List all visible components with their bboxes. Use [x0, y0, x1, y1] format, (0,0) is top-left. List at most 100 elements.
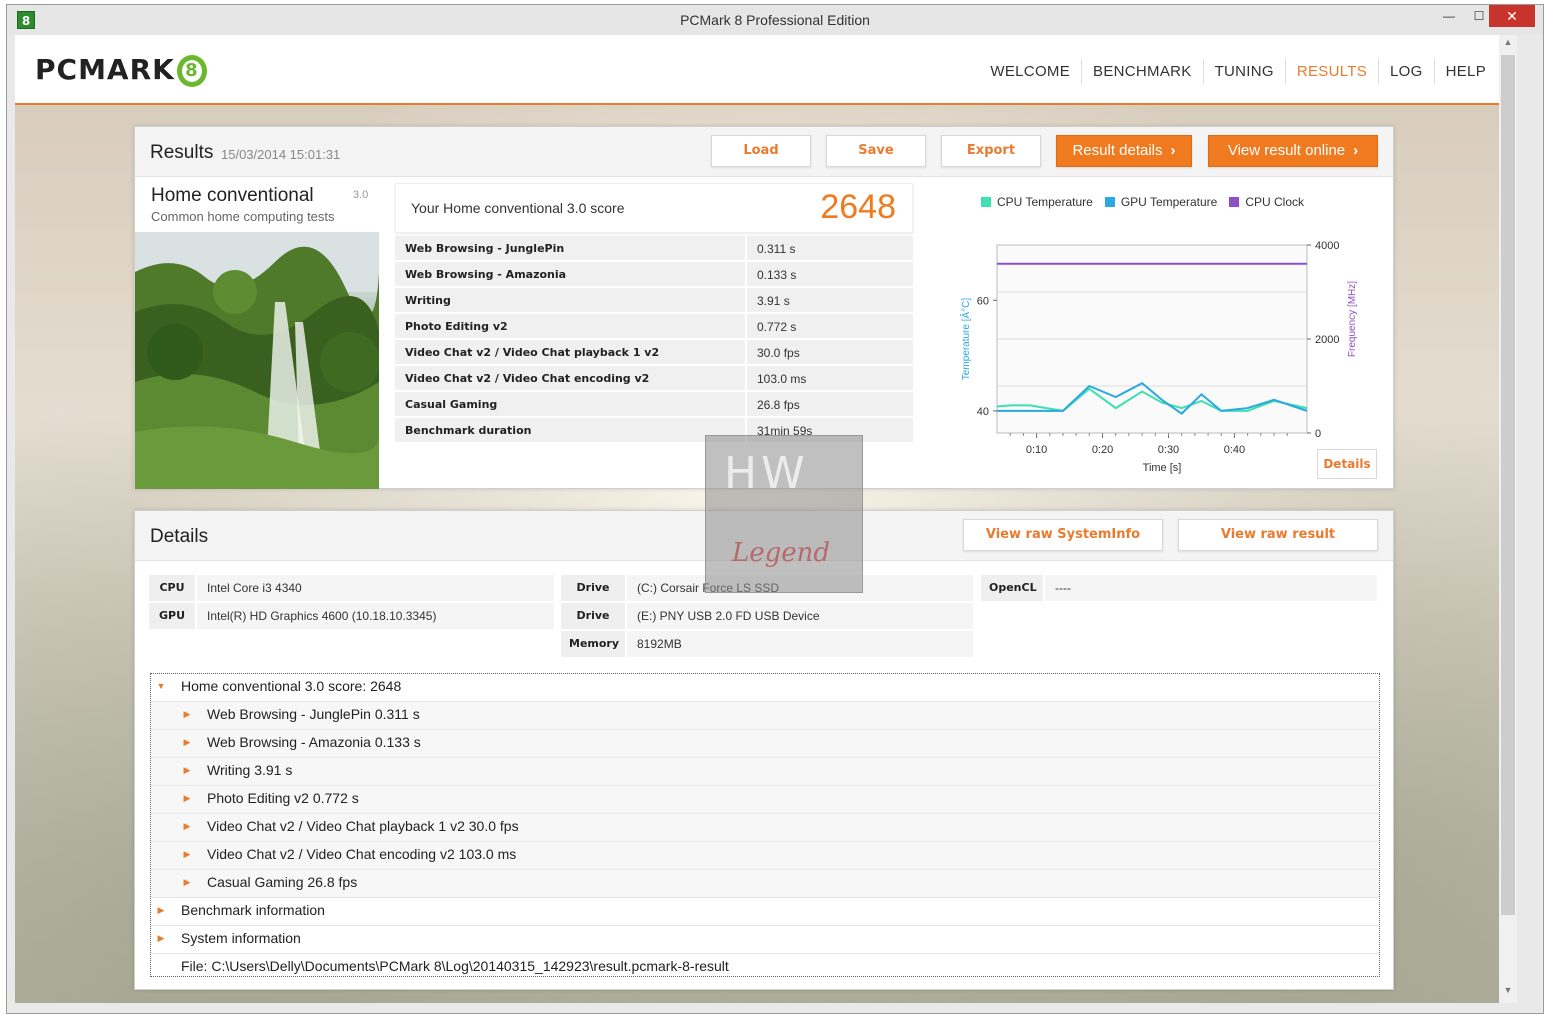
- legend-item: CPU Clock: [1229, 195, 1304, 209]
- tree-node[interactable]: ▶ Web Browsing - JunglePin 0.311 s: [151, 702, 1379, 730]
- tree-node[interactable]: ▶ Video Chat v2 / Video Chat encoding v2…: [151, 842, 1379, 870]
- legend-swatch: [1229, 197, 1240, 207]
- chevron-right-icon: ›: [1353, 142, 1359, 159]
- score-row: Web Browsing - Amazonia 0.133 s: [395, 262, 913, 288]
- tree-node-benchmark-info[interactable]: ▶ Benchmark information: [151, 898, 1379, 926]
- chart-plot: 60 40 4000 2000 0 0:10 0:20 0:30 0:40 Time [s] Tem…: [959, 240, 1358, 474]
- sys-value: Intel(R) HD Graphics 4600 (10.18.10.3345…: [197, 603, 554, 629]
- vertical-scrollbar[interactable]: ▲ ▼: [1499, 35, 1517, 1003]
- expand-arrow-icon[interactable]: ▶: [181, 730, 193, 754]
- nav-tuning[interactable]: TUNING: [1202, 59, 1285, 84]
- tree-node-label: Web Browsing - JunglePin 0.311 s: [207, 706, 420, 722]
- scroll-up-icon[interactable]: ▲: [1499, 37, 1517, 53]
- window-title: PCMark 8 Professional Edition: [680, 12, 870, 28]
- score-box: Your Home conventional 3.0 score 2648: [395, 183, 913, 233]
- y-left-tick-label: 60: [977, 295, 989, 307]
- results-title: Results: [150, 142, 214, 163]
- score-row-value: 0.772 s: [757, 320, 797, 334]
- load-button[interactable]: Load: [711, 135, 811, 167]
- expand-arrow-icon[interactable]: ▶: [181, 786, 193, 810]
- close-button[interactable]: ✕: [1489, 5, 1535, 27]
- sys-label: GPU: [149, 603, 195, 629]
- score-row-name: Web Browsing - JunglePin: [395, 236, 747, 260]
- sys-label: Memory: [561, 631, 625, 657]
- tree-node-label: System information: [181, 930, 301, 946]
- expand-arrow-icon[interactable]: ▶: [155, 898, 167, 922]
- y-right-axis-label: Frequency [MHz]: [1347, 281, 1358, 357]
- chevron-right-icon: ›: [1170, 142, 1176, 159]
- y-left-axis-label: Temperature [Â°C]: [959, 298, 972, 381]
- expand-arrow-icon[interactable]: ▶: [181, 842, 193, 866]
- legend-label: CPU Clock: [1245, 195, 1305, 209]
- tree-node-system-info[interactable]: ▶ System information: [151, 926, 1379, 954]
- results-date: 15/03/2014 15:01:31: [221, 147, 341, 162]
- sys-opencl: OpenCL ----: [981, 575, 1377, 601]
- title-bar[interactable]: 8 PCMark 8 Professional Edition — ☐ ✕: [7, 5, 1543, 35]
- scroll-thumb[interactable]: [1501, 55, 1515, 915]
- chart-details-button[interactable]: Details: [1317, 449, 1377, 479]
- tree-node[interactable]: ▶ Photo Editing v2 0.772 s: [151, 786, 1379, 814]
- tree-node-file: File: C:\Users\Delly\Documents\PCMark 8\…: [151, 954, 1379, 982]
- pcmark-logo: PCMARK 8: [35, 53, 207, 93]
- score-row: Video Chat v2 / Video Chat playback 1 v2…: [395, 340, 913, 366]
- view-raw-result-button[interactable]: View raw result: [1178, 519, 1378, 551]
- nav-benchmark[interactable]: BENCHMARK: [1081, 59, 1203, 84]
- score-row-name: Web Browsing - Amazonia: [395, 262, 747, 286]
- tree-node-score[interactable]: ▼ Home conventional 3.0 score: 2648: [151, 674, 1379, 702]
- score-row-name: Photo Editing v2: [395, 314, 747, 338]
- legend-swatch: [981, 197, 991, 207]
- watermark-legend: Legend: [732, 538, 831, 568]
- expand-arrow-icon[interactable]: ▼: [155, 674, 167, 698]
- score-row-name: Video Chat v2 / Video Chat encoding v2: [395, 366, 747, 390]
- nav-help[interactable]: HELP: [1433, 59, 1497, 84]
- app-header: PCMARK 8 WELCOME BENCHMARK TUNING RESULTS…: [15, 35, 1517, 105]
- nav-log[interactable]: LOG: [1378, 59, 1434, 84]
- file-path: File: C:\Users\Delly\Documents\PCMark 8\…: [181, 958, 729, 974]
- view-raw-systeminfo-button[interactable]: View raw SystemInfo: [963, 519, 1163, 551]
- scroll-down-icon[interactable]: ▼: [1499, 985, 1517, 1001]
- score-row-value: 30.0 fps: [757, 346, 800, 360]
- save-button[interactable]: Save: [826, 135, 926, 167]
- expand-arrow-icon[interactable]: ▶: [155, 926, 167, 950]
- minimize-button[interactable]: —: [1435, 5, 1463, 27]
- tree-node[interactable]: ▶ Web Browsing - Amazonia 0.133 s: [151, 730, 1379, 758]
- y-left-tick-label: 40: [977, 406, 989, 418]
- chart-legend: CPU Temperature GPU Temperature CPU Cloc…: [981, 195, 1316, 209]
- view-online-button[interactable]: View result online ›: [1208, 135, 1378, 167]
- expand-arrow-icon[interactable]: ▶: [181, 814, 193, 838]
- tree-node[interactable]: ▶ Casual Gaming 26.8 fps: [151, 870, 1379, 898]
- client-area: PCMARK 8 WELCOME BENCHMARK TUNING RESULTS…: [15, 35, 1517, 1003]
- export-button[interactable]: Export: [941, 135, 1041, 167]
- test-version: 3.0: [353, 189, 369, 201]
- score-row: Casual Gaming 26.8 fps: [395, 392, 913, 418]
- expand-arrow-icon[interactable]: ▶: [181, 758, 193, 782]
- x-tick-label: 0:40: [1224, 444, 1245, 456]
- sys-cpu: CPU Intel Core i3 4340: [149, 575, 554, 601]
- tree-node-label: Casual Gaming 26.8 fps: [207, 874, 358, 890]
- result-details-button[interactable]: Result details ›: [1056, 135, 1192, 167]
- score-row-name: Casual Gaming: [395, 392, 747, 416]
- tree-node[interactable]: ▶ Writing 3.91 s: [151, 758, 1379, 786]
- tree-node-label: Benchmark information: [181, 902, 325, 918]
- expand-arrow-icon[interactable]: ▶: [181, 702, 193, 726]
- score-row: Photo Editing v2 0.772 s: [395, 314, 913, 340]
- nav-results[interactable]: RESULTS: [1284, 59, 1378, 84]
- sys-value: 8192MB: [627, 631, 973, 657]
- score-row: Web Browsing - JunglePin 0.311 s: [395, 236, 913, 262]
- score-row-value: 0.311 s: [757, 242, 796, 256]
- tree-node-label: Photo Editing v2 0.772 s: [207, 790, 359, 806]
- test-subtitle: Common home computing tests: [151, 209, 335, 224]
- tree-node-label: Web Browsing - Amazonia 0.133 s: [207, 734, 421, 750]
- score-label: Your Home conventional 3.0 score: [411, 200, 625, 216]
- sys-drive-e: Drive (E:) PNY USB 2.0 FD USB Device: [561, 603, 973, 629]
- y-right-tick-label: 2000: [1315, 334, 1339, 346]
- expand-arrow-icon[interactable]: ▶: [181, 870, 193, 894]
- logo-text: PCMARK: [35, 53, 175, 86]
- tree-node[interactable]: ▶ Video Chat v2 / Video Chat playback 1 …: [151, 814, 1379, 842]
- sys-value: (E:) PNY USB 2.0 FD USB Device: [627, 603, 973, 629]
- sys-value: Intel Core i3 4340: [197, 575, 554, 601]
- nav-welcome[interactable]: WELCOME: [979, 59, 1081, 84]
- sys-label: CPU: [149, 575, 195, 601]
- score-value: 2648: [820, 188, 896, 226]
- legend-item: GPU Temperature: [1104, 195, 1217, 209]
